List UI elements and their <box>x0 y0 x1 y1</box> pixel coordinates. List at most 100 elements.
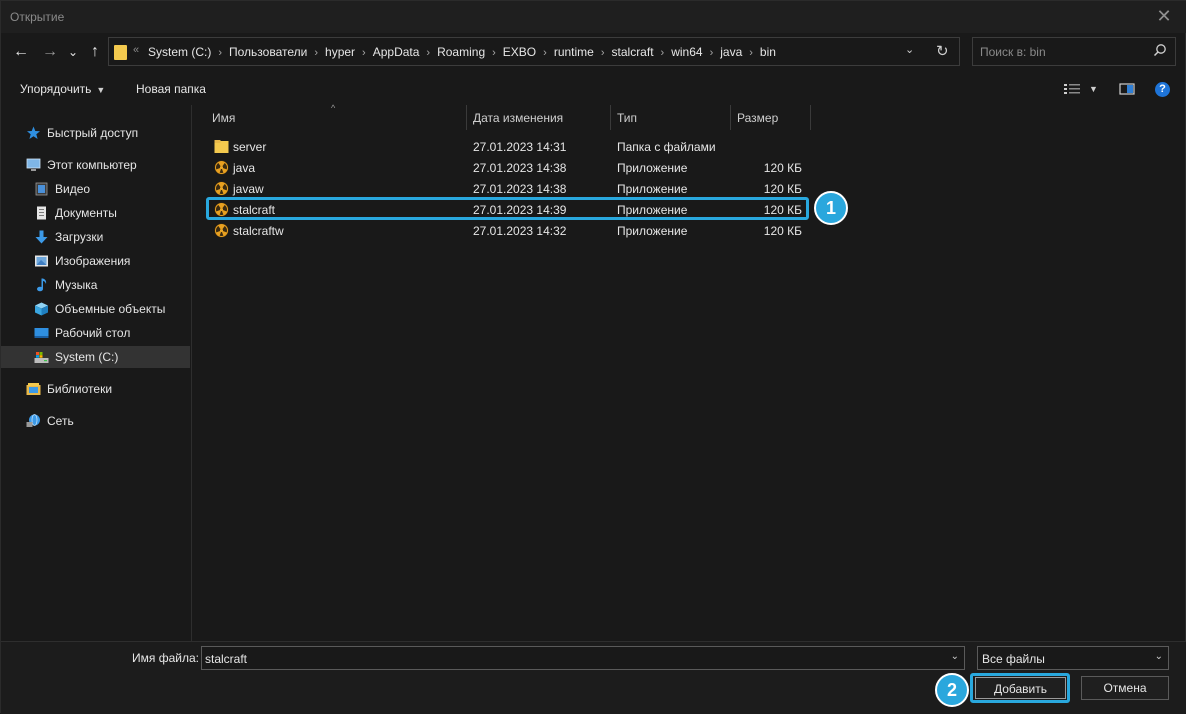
folder-icon <box>114 45 127 60</box>
column-header-date[interactable]: Дата изменения <box>467 105 611 130</box>
breadcrumb-item[interactable]: runtime <box>554 45 594 59</box>
breadcrumb-item[interactable]: bin <box>760 45 776 59</box>
star-icon <box>27 126 40 139</box>
view-options-icon[interactable] <box>1063 82 1081 96</box>
sidebar-item-libraries[interactable]: Библиотеки <box>1 378 190 400</box>
column-divider[interactable] <box>810 105 811 130</box>
app-icon <box>214 181 229 196</box>
filename-field[interactable]: ⌄ <box>201 646 965 670</box>
breadcrumb-separator[interactable]: › <box>492 47 496 59</box>
column-header-name[interactable]: Имя <box>206 105 467 130</box>
close-icon[interactable]: ✕ <box>1141 1 1186 33</box>
column-header-size[interactable]: Размер <box>731 105 811 130</box>
navigation-pane: Быстрый доступ Этот компьютер Видео Доку… <box>1 105 192 641</box>
chevron-down-icon[interactable]: ⌄ <box>905 43 914 56</box>
sidebar-item-label: Загрузки <box>55 230 104 244</box>
filetype-select[interactable]: Все файлы ⌄ <box>977 646 1169 670</box>
up-button[interactable]: ↑ <box>84 40 106 64</box>
cancel-button[interactable]: Отмена <box>1081 676 1169 700</box>
chevron-down-icon[interactable]: ▼ <box>1089 84 1098 94</box>
sidebar-item-system-c[interactable]: System (C:) <box>1 346 190 368</box>
sidebar-item-pictures[interactable]: Изображения <box>1 250 190 272</box>
chevron-down-icon: ▼ <box>96 85 106 95</box>
breadcrumb-item[interactable]: java <box>720 45 742 59</box>
file-name: java <box>233 161 256 175</box>
column-header-label: Дата изменения <box>473 111 564 125</box>
file-row[interactable]: server 27.01.2023 14:31 Папка с файлами <box>206 136 806 157</box>
sidebar-item-documents[interactable]: Документы <box>1 202 190 224</box>
breadcrumb-item[interactable]: EXBO <box>503 45 536 59</box>
breadcrumb-separator[interactable]: › <box>314 47 318 59</box>
search-icon[interactable] <box>1153 43 1167 57</box>
file-date: 27.01.2023 14:32 <box>473 224 567 238</box>
help-icon[interactable]: ? <box>1155 82 1170 97</box>
file-row[interactable]: stalcraftw 27.01.2023 14:32 Приложение 1… <box>206 220 806 241</box>
organize-button[interactable]: Упорядочить ▼ <box>20 82 105 96</box>
column-header-type[interactable]: Тип <box>611 105 731 130</box>
breadcrumb-separator[interactable]: › <box>710 47 714 59</box>
file-row[interactable]: java 27.01.2023 14:38 Приложение 120 КБ <box>206 157 806 178</box>
toolbar: Упорядочить ▼ Новая папка ▼ <box>1 73 1186 104</box>
file-size: 120 КБ <box>763 224 802 238</box>
step-badge-1: 1 <box>814 191 848 225</box>
sidebar-item-label: Изображения <box>55 254 131 268</box>
app-icon <box>214 160 229 175</box>
sidebar-item-label: Этот компьютер <box>47 158 137 172</box>
breadcrumb-separator[interactable]: › <box>543 47 547 59</box>
back-button[interactable]: ← <box>10 40 32 64</box>
pictures-icon <box>35 255 48 267</box>
breadcrumb-item[interactable]: stalcraft <box>612 45 654 59</box>
file-type: Приложение <box>617 224 688 238</box>
organize-label: Упорядочить <box>20 82 92 96</box>
breadcrumb-item[interactable]: win64 <box>671 45 702 59</box>
column-header-label: Размер <box>737 111 779 125</box>
file-row[interactable]: javaw 27.01.2023 14:38 Приложение 120 КБ <box>206 178 806 199</box>
libraries-icon <box>26 383 41 395</box>
filename-input[interactable] <box>205 651 935 666</box>
refresh-icon[interactable]: ↻ <box>936 42 949 60</box>
recent-locations-button[interactable]: ⌄ <box>64 40 82 64</box>
step-badge-2: 2 <box>935 673 969 707</box>
breadcrumb-item[interactable]: Roaming <box>437 45 485 59</box>
breadcrumb-separator[interactable]: › <box>749 47 753 59</box>
overflow-chevron-icon[interactable]: « <box>133 44 139 56</box>
chevron-down-icon[interactable]: ⌄ <box>951 651 959 662</box>
chevron-down-icon[interactable]: ⌄ <box>1155 651 1163 662</box>
sidebar-item-desktop[interactable]: Рабочий стол <box>1 322 190 344</box>
file-date: 27.01.2023 14:31 <box>473 140 567 154</box>
filetype-value: Все файлы <box>982 652 1045 666</box>
address-bar[interactable]: « System (C:) › Пользователи › hyper › AppData… <box>108 37 960 66</box>
sidebar-item-video[interactable]: Видео <box>1 178 190 200</box>
breadcrumb-item[interactable]: Пользователи <box>229 45 307 59</box>
3d-objects-icon <box>35 302 48 316</box>
title-bar: Открытие ✕ <box>1 1 1186 33</box>
forward-button[interactable]: → <box>39 40 61 64</box>
breadcrumb-separator[interactable]: › <box>362 47 366 59</box>
breadcrumb-separator[interactable]: › <box>661 47 665 59</box>
breadcrumb-item[interactable]: System (C:) <box>148 45 211 59</box>
file-list: ^ Имя Дата изменения Тип Размер server 2… <box>193 103 1186 641</box>
search-input[interactable] <box>980 44 1150 60</box>
breadcrumb-item[interactable]: hyper <box>325 45 355 59</box>
breadcrumb-separator[interactable]: › <box>218 47 222 59</box>
sidebar-item-label: Сеть <box>47 414 74 428</box>
breadcrumb-separator[interactable]: › <box>426 47 430 59</box>
computer-icon <box>26 158 41 171</box>
sidebar-item-this-pc[interactable]: Этот компьютер <box>1 154 190 176</box>
file-type: Папка с файлами <box>617 140 716 154</box>
file-type: Приложение <box>617 182 688 196</box>
add-button[interactable]: Добавить <box>975 677 1066 699</box>
sidebar-item-quick-access[interactable]: Быстрый доступ <box>1 122 190 144</box>
sidebar-item-network[interactable]: Сеть <box>1 410 190 432</box>
sidebar-item-label: Рабочий стол <box>55 326 131 340</box>
breadcrumb-item[interactable]: AppData <box>373 45 420 59</box>
search-box[interactable] <box>972 37 1176 66</box>
sidebar-item-3d-objects[interactable]: Объемные объекты <box>1 298 190 320</box>
open-file-dialog: Открытие ✕ ← → ⌄ ↑ « System (C:) › Пользов… <box>0 0 1186 714</box>
new-folder-button[interactable]: Новая папка <box>136 82 206 96</box>
breadcrumb-separator[interactable]: › <box>601 47 605 59</box>
sidebar-item-music[interactable]: Музыка <box>1 274 190 296</box>
sidebar-item-label: Видео <box>55 182 91 196</box>
sidebar-item-downloads[interactable]: Загрузки <box>1 226 190 248</box>
preview-pane-icon[interactable] <box>1119 82 1135 96</box>
